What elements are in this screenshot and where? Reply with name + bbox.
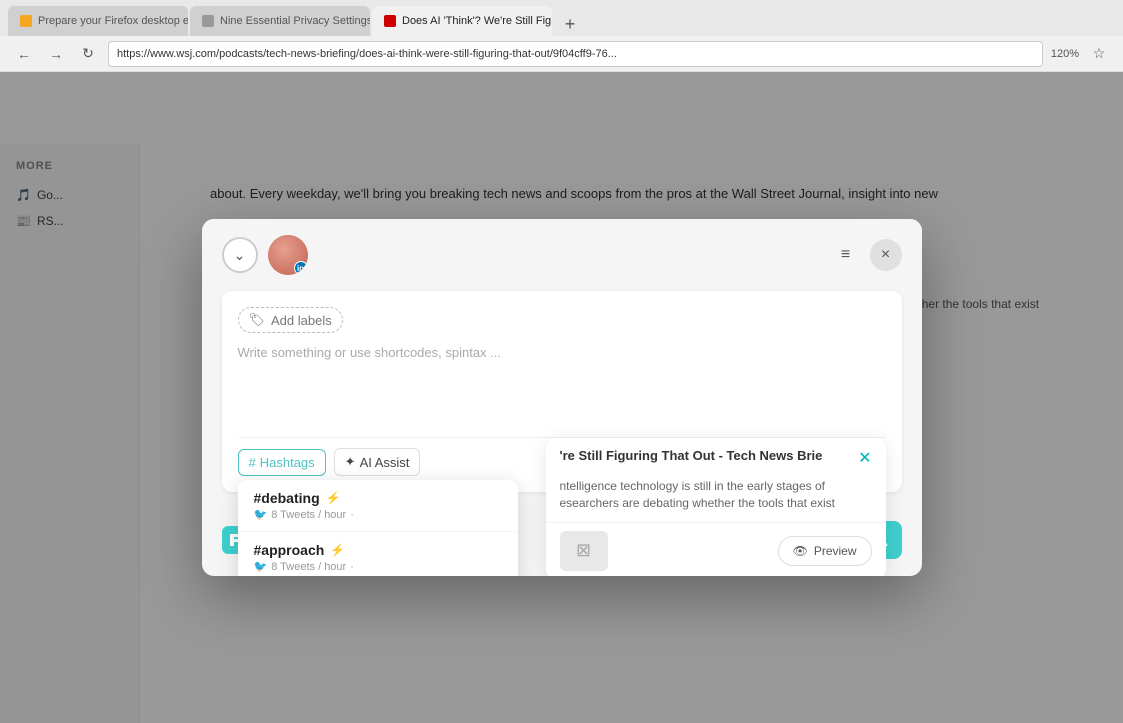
modal-header-left: ⌄ in [222, 235, 308, 275]
account-dropdown-button[interactable]: ⌄ [222, 237, 258, 273]
hashtags-button[interactable]: # Hashtags [238, 449, 326, 476]
avatar: in [268, 235, 308, 275]
hashtag-dropdown: #debating ⚡ 🐦 8 Tweets / hour · [238, 480, 518, 576]
article-close-icon: ✕ [858, 450, 871, 467]
lightning-icon-1: ⚡ [326, 491, 341, 505]
tweet-icon-2: 🐦 [254, 560, 268, 573]
article-preview-close-button[interactable]: ✕ [858, 448, 871, 468]
browser-tab-3[interactable]: Does AI 'Think'? We're Still Fig... × [372, 6, 552, 36]
textarea-placeholder: Write something or use shortcodes, spint… [238, 345, 886, 360]
hashtag-stats-1: 🐦 8 Tweets / hour · [254, 508, 502, 521]
zoom-level: 120% [1051, 48, 1079, 60]
preview-label: Preview [814, 544, 857, 558]
tab-label-3: Does AI 'Think'? We're Still Fig... [402, 15, 552, 27]
modal-body: 🏷 Add labels Write something or use shor… [202, 291, 922, 508]
address-text: https://www.wsj.com/podcasts/tech-news-b… [117, 48, 617, 60]
labels-row: 🏷 Add labels [238, 307, 886, 333]
media-row: ⊠ 👁 Preview [546, 522, 886, 576]
article-preview-panel: 're Still Figuring That Out - Tech News … [546, 438, 886, 576]
tab-label-1: Prepare your Firefox desktop e... [38, 15, 188, 27]
tab-bar: Prepare your Firefox desktop e... × Nine… [0, 0, 1123, 36]
article-preview-description: ntelligence technology is still in the e… [546, 478, 886, 522]
article-preview-title: 're Still Figuring That Out - Tech News … [560, 448, 823, 465]
back-button[interactable]: ← [12, 42, 36, 66]
hashtag-item-2[interactable]: #approach ⚡ 🐦 8 Tweets / hour · [238, 532, 518, 576]
browser-tab-1[interactable]: Prepare your Firefox desktop e... × [8, 6, 188, 36]
media-icon: ⊠ [576, 540, 591, 561]
modal-header-actions: ≡ × [830, 239, 902, 271]
add-labels-text: Add labels [271, 313, 332, 328]
modal-close-button[interactable]: × [870, 239, 902, 271]
label-tag-icon: 🏷 [249, 312, 266, 328]
hash-icon: # [249, 455, 256, 470]
article-preview-header: 're Still Figuring That Out - Tech News … [546, 438, 886, 478]
content-card: 🏷 Add labels Write something or use shor… [222, 291, 902, 492]
add-labels-button[interactable]: 🏷 Add labels [238, 307, 343, 333]
ai-icon: ✦ [345, 454, 356, 470]
browser-background: Prepare your Firefox desktop e... × Nine… [0, 0, 1123, 723]
lightning-icon-2: ⚡ [330, 543, 345, 557]
address-bar[interactable]: https://www.wsj.com/podcasts/tech-news-b… [108, 41, 1043, 67]
tweet-icon-1: 🐦 [254, 508, 268, 521]
reload-button[interactable]: ↻ [76, 42, 100, 66]
hashtag-name-2: #approach ⚡ [254, 542, 502, 558]
linkedin-badge: in [294, 261, 308, 275]
browser-tab-2[interactable]: Nine Essential Privacy Settings × [190, 6, 370, 36]
post-textarea-container[interactable]: Write something or use shortcodes, spint… [238, 345, 886, 425]
dropdown-icon: ⌄ [234, 247, 246, 264]
new-tab-button[interactable]: + [558, 12, 582, 36]
preview-button[interactable]: 👁 Preview [778, 536, 872, 566]
hashtag-name-1: #debating ⚡ [254, 490, 502, 506]
modal-header: ⌄ in ≡ × [202, 219, 922, 291]
tab-favicon-2 [202, 15, 214, 27]
forward-button[interactable]: → [44, 42, 68, 66]
hashtag-item-1[interactable]: #debating ⚡ 🐦 8 Tweets / hour · [238, 480, 518, 532]
bookmark-button[interactable]: ☆ [1087, 42, 1111, 66]
hashtag-stats-2: 🐦 8 Tweets / hour · [254, 560, 502, 573]
ai-assist-button[interactable]: ✦ AI Assist [334, 448, 421, 476]
ai-assist-label: AI Assist [360, 455, 410, 470]
tab-favicon-1 [20, 15, 32, 27]
hamburger-icon: ≡ [841, 246, 850, 264]
preview-icon: 👁 [793, 544, 808, 558]
tab-label-2: Nine Essential Privacy Settings [220, 15, 370, 27]
tab-favicon-3 [384, 15, 396, 27]
nav-area: ← → ↻ https://www.wsj.com/podcasts/tech-… [0, 36, 1123, 72]
hashtags-label: Hashtags [260, 455, 315, 470]
modal-overlay: ⌄ in ≡ × [0, 72, 1123, 723]
media-thumbnail: ⊠ [560, 531, 608, 571]
close-icon: × [881, 246, 890, 264]
create-post-modal: ⌄ in ≡ × [202, 219, 922, 576]
toolbar-row: # Hashtags ✦ AI Assist B I [238, 437, 886, 476]
hamburger-menu-button[interactable]: ≡ [830, 239, 862, 271]
